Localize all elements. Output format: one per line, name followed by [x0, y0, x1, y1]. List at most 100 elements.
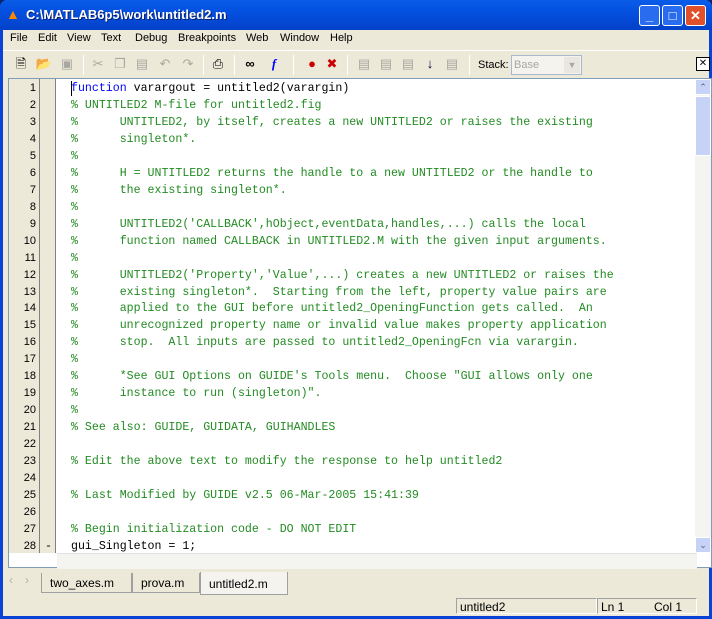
comment: % H = UNTITLED2 returns the handle to a … [71, 166, 593, 180]
code-line[interactable]: % instance to run (singleton)". [71, 385, 321, 402]
code-line[interactable]: % *See GUI Options on GUIDE's Tools menu… [71, 368, 593, 385]
code-line[interactable]: % [71, 199, 78, 216]
comment: % UNTITLED2 M-file for untitled2.fig [71, 98, 322, 112]
menu-window[interactable]: Window [280, 32, 319, 44]
menu-breakpoints[interactable]: Breakpoints [178, 32, 236, 44]
code-line[interactable]: % UNTITLED2('CALLBACK',hObject,eventData… [71, 216, 586, 233]
line-number: 20 [23, 404, 36, 417]
code-line[interactable]: % stop. All inputs are passed to untitle… [71, 334, 579, 351]
step-out-icon[interactable]: ▤ [399, 56, 417, 72]
stack-value: Base [514, 59, 540, 71]
comment: % See also: GUIDE, GUIDATA, GUIHANDLES [71, 421, 336, 435]
code-line[interactable]: % Edit the above text to modify the resp… [71, 453, 502, 470]
undo-icon[interactable]: ↶ [156, 56, 174, 72]
line-number: 13 [23, 285, 36, 298]
comment: % UNTITLED2('Property','Value',...) crea… [71, 268, 614, 282]
code-line[interactable]: % [71, 351, 78, 368]
close-document-button[interactable]: ✕ [696, 57, 710, 71]
line-number: 2 [29, 98, 36, 111]
vertical-scrollbar[interactable]: ⌃ ⌄ [695, 79, 711, 553]
menu-help[interactable]: Help [330, 32, 353, 44]
code-line[interactable]: % See also: GUIDE, GUIDATA, GUIHANDLES [71, 419, 335, 436]
minimize-button[interactable]: _ [639, 5, 660, 26]
menu-web[interactable]: Web [246, 32, 268, 44]
code-line[interactable]: % the existing singleton*. [71, 182, 287, 199]
scroll-up-icon[interactable]: ⌃ [695, 79, 711, 95]
line-number: 4 [29, 132, 36, 145]
menu-view[interactable]: View [67, 32, 91, 44]
tab-label: prova.m [141, 576, 185, 590]
comment: % singleton*. [71, 132, 197, 146]
code-line[interactable]: % Last Modified by GUIDE v2.5 06-Mar-200… [71, 487, 419, 504]
code-line[interactable]: % UNTITLED2('Property','Value',...) crea… [71, 267, 614, 284]
tab-next-icon[interactable]: › [25, 573, 29, 587]
code-line[interactable]: % unrecognized property name or invalid … [71, 317, 607, 334]
step-icon[interactable]: ▤ [355, 56, 373, 72]
menu-edit[interactable]: Edit [38, 32, 57, 44]
code-line[interactable]: % UNTITLED2, by itself, creates a new UN… [71, 114, 593, 131]
code-line[interactable]: function varargout = untitled2(varargin) [71, 80, 349, 97]
line-number: 6 [29, 166, 36, 179]
code-line[interactable]: gui_Singleton = 1; [71, 538, 196, 553]
cut-icon[interactable]: ✂ [89, 56, 107, 72]
comment: % UNTITLED2('CALLBACK',hObject,eventData… [71, 217, 586, 231]
status-col: Col 1 [654, 600, 683, 614]
tab-prev-icon[interactable]: ‹ [9, 573, 13, 587]
code-editor[interactable]: 1 2 3 4 5 6 7 8 9 10 11 12 13 14 15 16 17 18 19 20 21 22 23 24 2… [8, 78, 712, 569]
line-number: 26 [23, 506, 36, 518]
save-icon[interactable]: ▣ [58, 56, 76, 72]
code-line[interactable]: % function named CALLBACK in UNTITLED2.M… [71, 233, 607, 250]
code-line[interactable]: % [71, 148, 78, 165]
clear-breakpoints-icon[interactable]: ✖ [323, 56, 341, 72]
copy-icon[interactable]: ❐ [111, 56, 129, 72]
status-position: Ln 1 Col 1 [597, 598, 697, 614]
tab-untitled2[interactable]: untitled2.m [200, 572, 288, 595]
new-file-icon[interactable]: 🗎 [12, 56, 30, 72]
exit-debug-icon[interactable]: ▤ [443, 56, 461, 72]
horizontal-scrollbar[interactable] [57, 553, 697, 569]
tab-prova[interactable]: prova.m [132, 573, 200, 593]
text-cursor [71, 81, 72, 96]
close-button[interactable]: ✕ [685, 5, 706, 26]
open-icon[interactable]: 📂 [35, 56, 53, 72]
maximize-button[interactable]: □ [662, 5, 683, 26]
paste-icon[interactable]: ▤ [133, 56, 151, 72]
code-line[interactable]: % [71, 250, 78, 267]
tab-label: two_axes.m [50, 576, 115, 590]
code-line[interactable]: % [71, 402, 78, 419]
find-icon[interactable]: ∞ [241, 56, 259, 72]
menu-debug[interactable]: Debug [135, 32, 167, 44]
scroll-thumb[interactable] [695, 96, 711, 156]
print-icon[interactable]: ⎙ [209, 56, 227, 72]
menu-text[interactable]: Text [101, 32, 121, 44]
function-icon[interactable]: f [265, 56, 283, 72]
line-number: 10 [23, 234, 36, 247]
line-number: 3 [29, 115, 36, 128]
continue-icon[interactable]: ↓ [421, 56, 439, 72]
line-number: 5 [29, 149, 36, 162]
line-number: 28 [23, 539, 36, 552]
breakpoint-marker[interactable]: - [45, 538, 52, 555]
comment: % [71, 404, 78, 418]
comment: % stop. All inputs are passed to untitle… [71, 336, 579, 350]
code-line[interactable]: % existing singleton*. Starting from the… [71, 284, 607, 301]
line-number: 8 [29, 200, 36, 213]
status-bar: untitled2 Ln 1 Col 1 [3, 596, 709, 616]
code-area[interactable]: function varargout = untitled2(varargin)… [57, 79, 697, 553]
document-tabs: ‹ › two_axes.m prova.m untitled2.m [3, 570, 709, 595]
code-line[interactable]: % applied to the GUI before untitled2_Op… [71, 300, 593, 317]
code-line[interactable]: % Begin initialization code - DO NOT EDI… [71, 521, 356, 538]
code-line[interactable]: % H = UNTITLED2 returns the handle to a … [71, 165, 593, 182]
set-breakpoint-icon[interactable]: ● [303, 56, 321, 72]
stack-select[interactable]: Base ▼ [511, 55, 582, 75]
code-text: gui_Singleton = 1; [71, 539, 197, 553]
breakpoint-gutter[interactable]: - [40, 79, 56, 553]
code-line[interactable]: % singleton*. [71, 131, 196, 148]
redo-icon[interactable]: ↷ [179, 56, 197, 72]
menu-file[interactable]: File [10, 32, 28, 44]
line-number-gutter: 1 2 3 4 5 6 7 8 9 10 11 12 13 14 15 16 17 18 19 20 21 22 23 24 2… [9, 79, 40, 553]
step-in-icon[interactable]: ▤ [377, 56, 395, 72]
tab-two-axes[interactable]: two_axes.m [41, 573, 132, 593]
scroll-down-icon[interactable]: ⌄ [695, 537, 711, 553]
code-line[interactable]: % UNTITLED2 M-file for untitled2.fig [71, 97, 321, 114]
